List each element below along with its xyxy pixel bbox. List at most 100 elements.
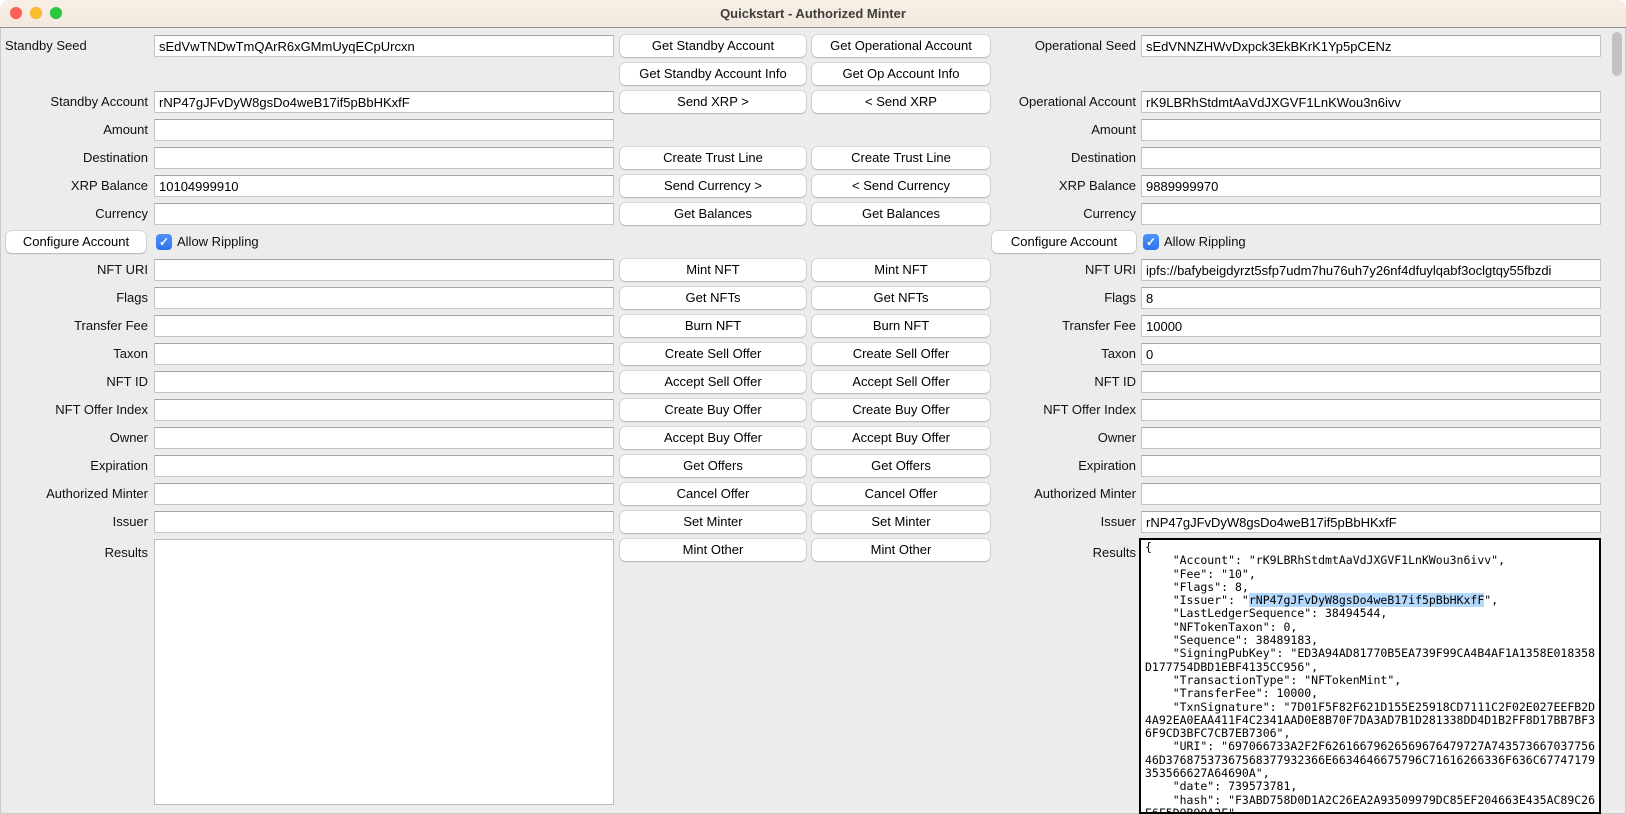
standby-issuer-field[interactable] xyxy=(154,511,614,533)
create-buy-offer-operational-button[interactable]: Create Buy Offer xyxy=(812,399,990,421)
get-op-account-info-button[interactable]: Get Op Account Info xyxy=(812,63,990,85)
standby-nft-uri-label: NFT URI xyxy=(0,259,148,281)
app-window: Quickstart - Authorized Minter Standby S… xyxy=(0,0,1626,814)
operational-allow-rippling-label: Allow Rippling xyxy=(1164,231,1246,253)
create-buy-offer-standby-button[interactable]: Create Buy Offer xyxy=(620,399,806,421)
create-sell-offer-operational-button[interactable]: Create Sell Offer xyxy=(812,343,990,365)
operational-nft-id-field[interactable] xyxy=(1141,371,1601,393)
operational-xrp-balance-field[interactable] xyxy=(1141,175,1601,197)
standby-amount-field[interactable] xyxy=(154,119,614,141)
standby-account-label: Standby Account xyxy=(0,91,148,113)
operational-taxon-label: Taxon xyxy=(988,343,1136,365)
set-minter-operational-button[interactable]: Set Minter xyxy=(812,511,990,533)
get-balances-standby-button[interactable]: Get Balances xyxy=(620,203,806,225)
mint-nft-operational-button[interactable]: Mint NFT xyxy=(812,259,990,281)
operational-seed-field[interactable] xyxy=(1141,35,1601,57)
accept-sell-offer-standby-button[interactable]: Accept Sell Offer xyxy=(620,371,806,393)
send-currency-left-button[interactable]: < Send Currency xyxy=(812,175,990,197)
standby-currency-field[interactable] xyxy=(154,203,614,225)
standby-allow-rippling-label: Allow Rippling xyxy=(177,231,259,253)
operational-owner-label: Owner xyxy=(988,427,1136,449)
mint-other-operational-button[interactable]: Mint Other xyxy=(812,539,990,561)
operational-owner-field[interactable] xyxy=(1141,427,1601,449)
standby-owner-field[interactable] xyxy=(154,427,614,449)
standby-xrp-balance-field[interactable] xyxy=(154,175,614,197)
close-window-button[interactable] xyxy=(10,7,22,19)
get-nfts-standby-button[interactable]: Get NFTs xyxy=(620,287,806,309)
operational-authorized-minter-field[interactable] xyxy=(1141,483,1601,505)
operational-nft-offer-index-field[interactable] xyxy=(1141,399,1601,421)
operational-configure-account-button[interactable]: Configure Account xyxy=(992,231,1136,253)
checkmark-icon: ✓ xyxy=(1146,235,1156,249)
cancel-offer-operational-button[interactable]: Cancel Offer xyxy=(812,483,990,505)
operational-amount-field[interactable] xyxy=(1141,119,1601,141)
standby-taxon-label: Taxon xyxy=(0,343,148,365)
create-trust-line-standby-button[interactable]: Create Trust Line xyxy=(620,147,806,169)
operational-transfer-fee-label: Transfer Fee xyxy=(988,315,1136,337)
get-offers-standby-button[interactable]: Get Offers xyxy=(620,455,806,477)
window-controls xyxy=(10,7,62,19)
checkmark-icon: ✓ xyxy=(159,235,169,249)
operational-allow-rippling-checkbox[interactable]: ✓ xyxy=(1143,234,1159,250)
operational-flags-field[interactable] xyxy=(1141,287,1601,309)
operational-transfer-fee-field[interactable] xyxy=(1141,315,1601,337)
standby-issuer-label: Issuer xyxy=(0,511,148,533)
standby-account-field[interactable] xyxy=(154,91,614,113)
standby-destination-field[interactable] xyxy=(154,147,614,169)
accept-sell-offer-operational-button[interactable]: Accept Sell Offer xyxy=(812,371,990,393)
standby-expiration-label: Expiration xyxy=(0,455,148,477)
zoom-window-button[interactable] xyxy=(50,7,62,19)
standby-configure-account-button[interactable]: Configure Account xyxy=(6,231,146,253)
operational-expiration-field[interactable] xyxy=(1141,455,1601,477)
get-operational-account-button[interactable]: Get Operational Account xyxy=(812,35,990,57)
standby-amount-label: Amount xyxy=(0,119,148,141)
get-nfts-operational-button[interactable]: Get NFTs xyxy=(812,287,990,309)
vertical-scrollbar[interactable] xyxy=(1610,29,1624,812)
standby-nft-offer-index-field[interactable] xyxy=(154,399,614,421)
standby-flags-field[interactable] xyxy=(154,287,614,309)
operational-currency-field[interactable] xyxy=(1141,203,1601,225)
operational-destination-label: Destination xyxy=(988,147,1136,169)
mint-nft-standby-button[interactable]: Mint NFT xyxy=(620,259,806,281)
operational-results-area[interactable]: { "Account": "rK9LBRhStdmtAaVdJXGVF1LnKW… xyxy=(1139,538,1601,814)
send-xrp-right-button[interactable]: Send XRP > xyxy=(620,91,806,113)
create-trust-line-operational-button[interactable]: Create Trust Line xyxy=(812,147,990,169)
standby-nft-uri-field[interactable] xyxy=(154,259,614,281)
operational-destination-field[interactable] xyxy=(1141,147,1601,169)
standby-expiration-field[interactable] xyxy=(154,455,614,477)
get-standby-account-info-button[interactable]: Get Standby Account Info xyxy=(620,63,806,85)
operational-issuer-field[interactable] xyxy=(1141,511,1601,533)
standby-transfer-fee-field[interactable] xyxy=(154,315,614,337)
operational-account-field[interactable] xyxy=(1141,91,1601,113)
get-standby-account-button[interactable]: Get Standby Account xyxy=(620,35,806,57)
standby-results-area[interactable] xyxy=(154,539,614,805)
send-currency-right-button[interactable]: Send Currency > xyxy=(620,175,806,197)
cancel-offer-standby-button[interactable]: Cancel Offer xyxy=(620,483,806,505)
standby-nft-id-field[interactable] xyxy=(154,371,614,393)
burn-nft-standby-button[interactable]: Burn NFT xyxy=(620,315,806,337)
accept-buy-offer-operational-button[interactable]: Accept Buy Offer xyxy=(812,427,990,449)
minimize-window-button[interactable] xyxy=(30,7,42,19)
burn-nft-operational-button[interactable]: Burn NFT xyxy=(812,315,990,337)
create-sell-offer-standby-button[interactable]: Create Sell Offer xyxy=(620,343,806,365)
standby-currency-label: Currency xyxy=(0,203,148,225)
standby-allow-rippling-checkbox[interactable]: ✓ xyxy=(156,234,172,250)
operational-taxon-field[interactable] xyxy=(1141,343,1601,365)
send-xrp-left-button[interactable]: < Send XRP xyxy=(812,91,990,113)
accept-buy-offer-standby-button[interactable]: Accept Buy Offer xyxy=(620,427,806,449)
scrollbar-thumb[interactable] xyxy=(1612,32,1622,76)
standby-authorized-minter-field[interactable] xyxy=(154,483,614,505)
standby-results-label: Results xyxy=(0,542,148,564)
operational-seed-label: Operational Seed xyxy=(988,35,1136,57)
operational-amount-label: Amount xyxy=(988,119,1136,141)
standby-transfer-fee-label: Transfer Fee xyxy=(0,315,148,337)
standby-nft-offer-index-label: NFT Offer Index xyxy=(0,399,148,421)
standby-seed-field[interactable] xyxy=(154,35,614,57)
get-balances-operational-button[interactable]: Get Balances xyxy=(812,203,990,225)
set-minter-standby-button[interactable]: Set Minter xyxy=(620,511,806,533)
operational-results-label: Results xyxy=(988,542,1136,564)
get-offers-operational-button[interactable]: Get Offers xyxy=(812,455,990,477)
mint-other-standby-button[interactable]: Mint Other xyxy=(620,539,806,561)
standby-taxon-field[interactable] xyxy=(154,343,614,365)
operational-nft-uri-field[interactable] xyxy=(1141,259,1601,281)
